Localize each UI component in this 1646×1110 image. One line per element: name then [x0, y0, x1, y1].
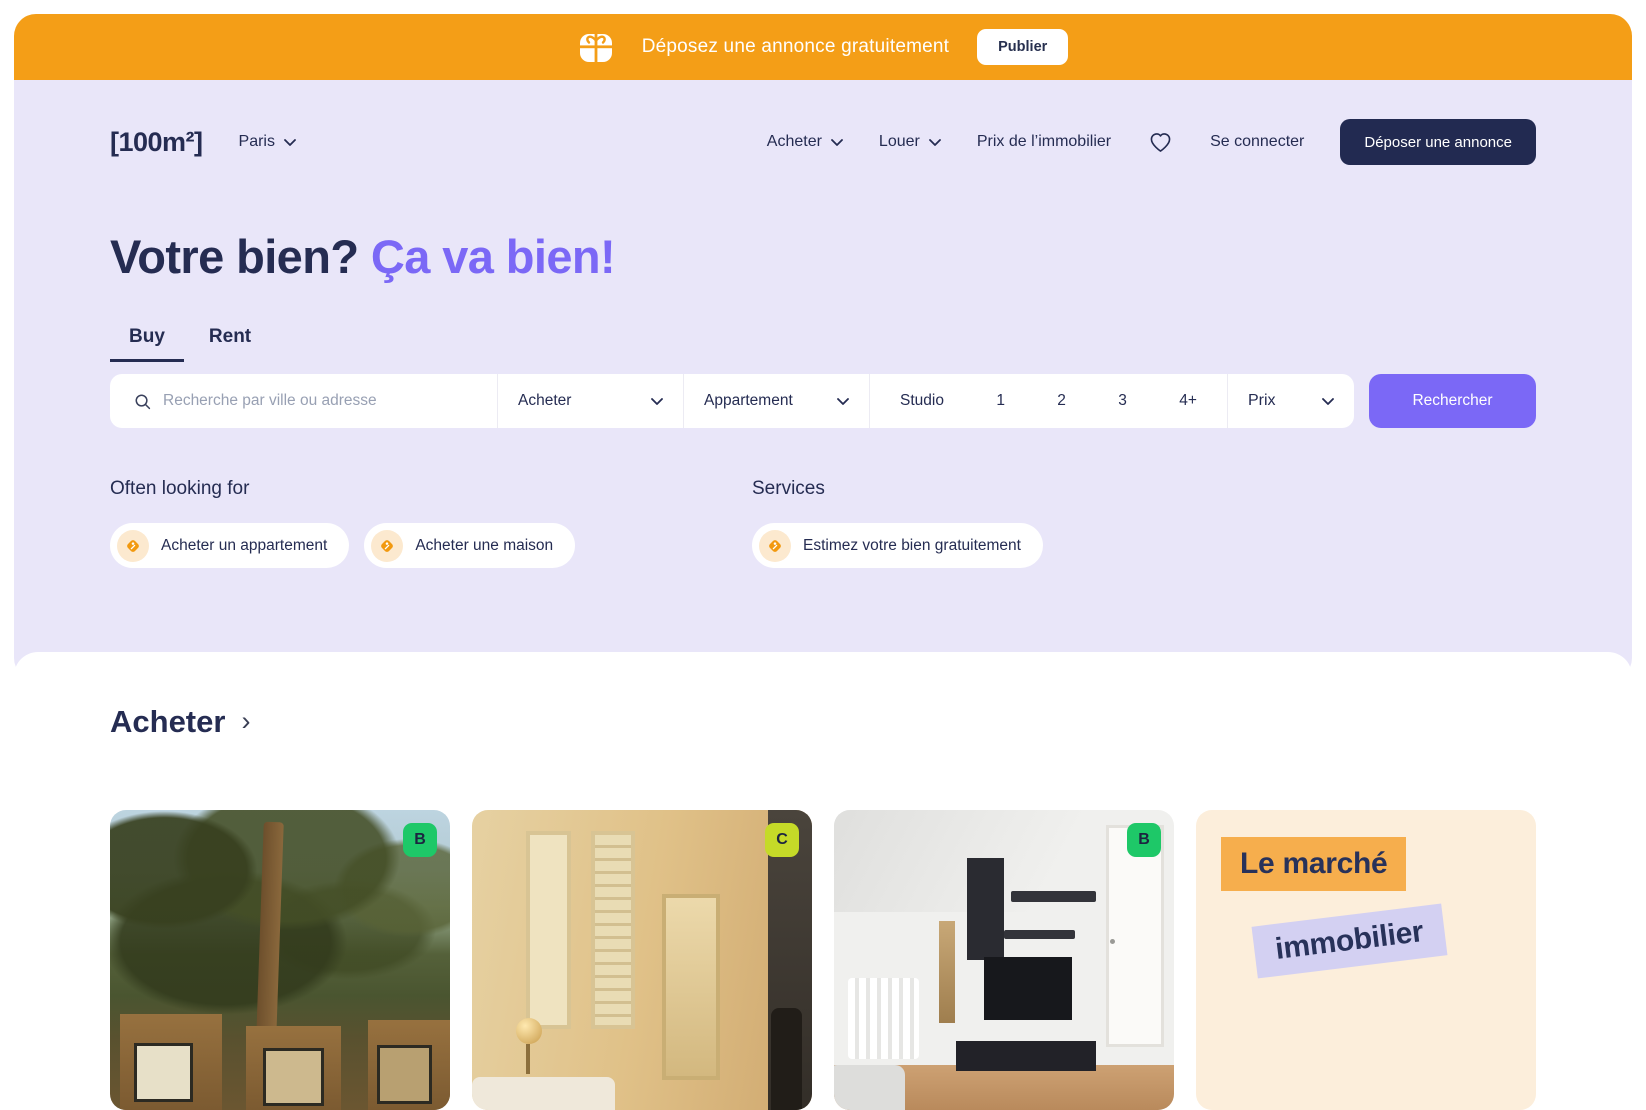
listing-photo [834, 810, 1174, 1110]
chip-acheter-maison[interactable]: Acheter une maison [364, 523, 575, 568]
nav-item-prix-immobilier[interactable]: Prix de l’immobilier [977, 133, 1111, 151]
listing-photo [110, 810, 450, 1110]
room-option-studio[interactable]: Studio [900, 392, 944, 410]
listing-card-cabin[interactable]: B [110, 810, 450, 1110]
publish-button[interactable]: Publier [977, 29, 1068, 65]
main-nav: Acheter Louer Prix de l’immobilier Se co… [767, 119, 1536, 165]
section-title: Acheter [110, 704, 225, 740]
logo[interactable]: [100m²] [110, 127, 203, 158]
nav-label: Prix de l’immobilier [977, 133, 1111, 151]
nav-label: Louer [879, 133, 920, 151]
hero-title-dark: Votre bien? [110, 230, 371, 283]
transaction-select[interactable]: Acheter [497, 374, 683, 428]
hero-title: Votre bien? Ça va bien! [110, 228, 1536, 286]
city-picker[interactable]: Paris [239, 133, 296, 151]
city-label: Paris [239, 133, 275, 151]
chevron-down-icon [284, 139, 296, 146]
search-input-segment [110, 374, 497, 428]
price-select[interactable]: Prix [1227, 374, 1354, 428]
listing-cards: B C [110, 810, 1536, 1110]
search-input[interactable] [161, 391, 481, 411]
post-listing-button[interactable]: Déposer une annonce [1340, 119, 1536, 165]
often-looking-for-column: Often looking for Acheter un appartement… [110, 476, 752, 568]
room-option-3[interactable]: 3 [1118, 392, 1127, 410]
often-looking-for-title: Often looking for [110, 476, 752, 502]
transaction-value: Acheter [518, 392, 571, 410]
tab-buy[interactable]: Buy [110, 326, 184, 362]
buy-rent-tabs: Buy Rent [110, 326, 1536, 362]
tag-icon [759, 530, 791, 562]
often-chips: Acheter un appartement Acheter une maiso… [110, 523, 752, 568]
listings-section: Acheter › B C [14, 652, 1632, 1044]
services-title: Services [752, 476, 1043, 502]
promo-line-2: immobilier [1252, 904, 1448, 979]
hero-title-accent: Ça va bien! [371, 230, 615, 283]
listing-card-warm-interior[interactable]: C [472, 810, 812, 1110]
energy-badge: B [403, 823, 437, 857]
chip-acheter-appartement[interactable]: Acheter un appartement [110, 523, 349, 568]
room-option-1[interactable]: 1 [996, 392, 1005, 410]
chevron-down-icon [1322, 398, 1334, 405]
price-label: Prix [1248, 392, 1276, 410]
chevron-down-icon [831, 139, 843, 146]
listing-card-living-room[interactable]: B [834, 810, 1174, 1110]
energy-badge: B [1127, 823, 1161, 857]
chevron-down-icon [929, 139, 941, 146]
top-frame: Déposez une annonce gratuitement Publier… [14, 14, 1632, 680]
heart-icon [1149, 132, 1172, 153]
chip-label: Acheter un appartement [161, 537, 327, 555]
promo-line-1: Le marché [1221, 837, 1406, 891]
suggestions: Often looking for Acheter un appartement… [110, 476, 1536, 568]
room-option-2[interactable]: 2 [1057, 392, 1066, 410]
room-option-4plus[interactable]: 4+ [1179, 392, 1197, 410]
nav-item-acheter[interactable]: Acheter [767, 133, 843, 151]
logo-text: [100m²] [110, 127, 203, 157]
search-submit-button[interactable]: Rechercher [1369, 374, 1536, 428]
banner-message: Déposez une annonce gratuitement [642, 36, 949, 58]
favorites-button[interactable] [1147, 130, 1174, 155]
property-type-value: Appartement [704, 392, 793, 410]
property-type-select[interactable]: Appartement [683, 374, 869, 428]
tab-rent[interactable]: Rent [190, 326, 270, 362]
nav-label: Acheter [767, 133, 822, 151]
chevron-right-icon: › [241, 706, 250, 737]
chevron-down-icon [837, 398, 849, 405]
promo-banner: Déposez une annonce gratuitement Publier [14, 14, 1632, 80]
chevron-down-icon [651, 398, 663, 405]
section-acheter-link[interactable]: Acheter › [110, 704, 1536, 740]
search-bar: Acheter Appartement Studio 1 2 3 4+ Prix [110, 374, 1354, 428]
hero-section: [100m²] Paris Acheter Louer Prix de l’im… [14, 80, 1632, 680]
listing-photo [472, 810, 812, 1110]
chip-estimation[interactable]: Estimez votre bien gratuitement [752, 523, 1043, 568]
nav-item-louer[interactable]: Louer [879, 133, 941, 151]
services-column: Services Estimez votre bien gratuitement [752, 476, 1043, 568]
gift-icon [578, 29, 614, 65]
chip-label: Estimez votre bien gratuitement [803, 537, 1021, 555]
market-promo-card[interactable]: Le marché immobilier [1196, 810, 1536, 1110]
search-icon [134, 393, 151, 410]
login-link[interactable]: Se connecter [1210, 133, 1304, 151]
site-header: [100m²] Paris Acheter Louer Prix de l’im… [110, 80, 1536, 166]
tag-icon [117, 530, 149, 562]
services-chips: Estimez votre bien gratuitement [752, 523, 1043, 568]
search-row: Acheter Appartement Studio 1 2 3 4+ Prix [110, 374, 1536, 428]
energy-badge: C [765, 823, 799, 857]
tag-icon [371, 530, 403, 562]
chip-label: Acheter une maison [415, 537, 553, 555]
rooms-selector: Studio 1 2 3 4+ [869, 374, 1227, 428]
